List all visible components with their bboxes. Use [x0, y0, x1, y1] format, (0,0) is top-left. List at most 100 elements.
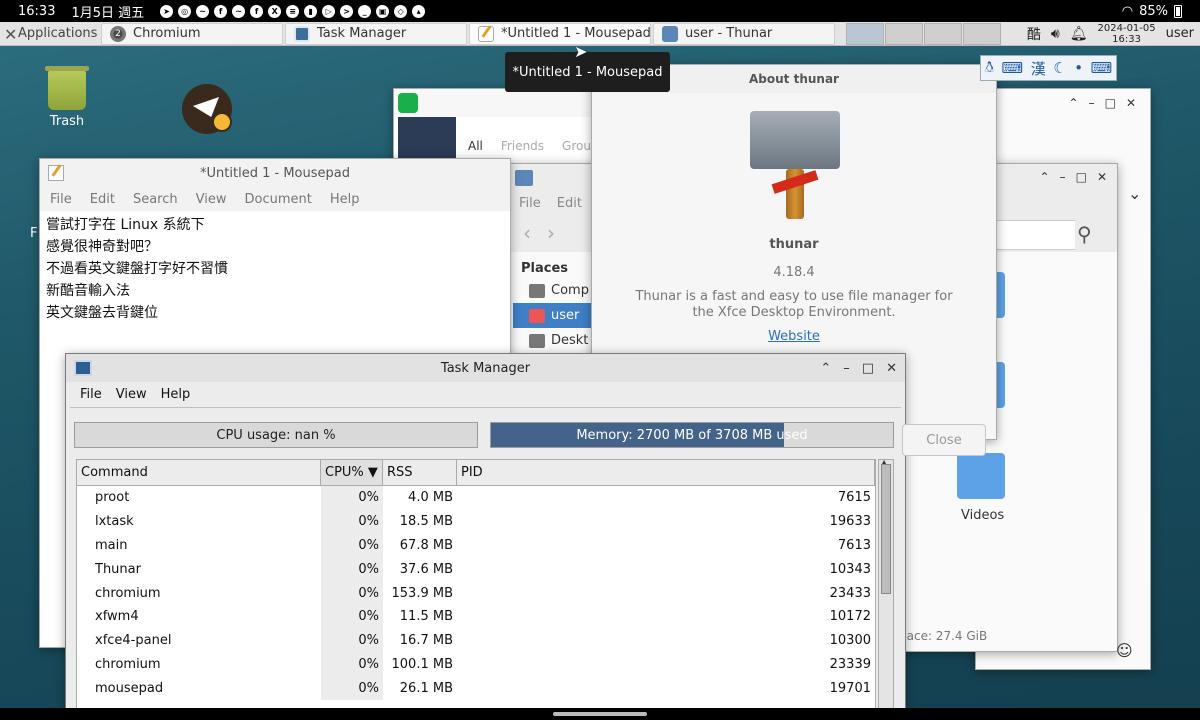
location-input[interactable] — [995, 220, 1075, 250]
column-pid[interactable]: PID — [457, 460, 875, 485]
emoji-icon[interactable]: ☺ — [1116, 641, 1133, 660]
taskbar-task-manager[interactable]: Task Manager — [285, 22, 467, 45]
text-editor-area[interactable]: 嘗試打字在 Linux 系統下 感覺很神奇對吧？ 不過看英文鍵盤打字好不習慣 新… — [40, 211, 510, 327]
column-command[interactable]: Command — [77, 460, 321, 485]
desktop-trash[interactable]: Trash — [36, 66, 98, 129]
taskbar-chromium[interactable]: 2 Chromium — [101, 22, 283, 45]
table-row[interactable]: lxtask 0% 18.5 MB 19633 — [77, 509, 875, 534]
process-cpu: 0% — [321, 628, 383, 653]
text-line: 英文鍵盤去背鍵位 — [46, 305, 158, 321]
menu-document[interactable]: Document — [244, 192, 311, 207]
table-row[interactable]: mousepad 0% 26.1 MB 19701 — [77, 676, 875, 701]
process-table-scrollbar[interactable]: ▲ — [878, 458, 894, 720]
scrollbar-thumb[interactable] — [881, 464, 891, 594]
workspace-1[interactable] — [846, 22, 884, 45]
news-notification-icon: ≡ — [286, 4, 300, 18]
minimize-button[interactable]: – — [1060, 170, 1066, 184]
menu-search[interactable]: Search — [133, 192, 178, 207]
usage-gauges: CPU usage: nan % Memory: 2700 MB of 3708… — [74, 422, 894, 448]
terminal-notification-icon: > — [340, 4, 354, 18]
table-row[interactable]: main 0% 67.8 MB 7613 — [77, 533, 875, 558]
chevron-down-icon[interactable]: ⌄ — [1128, 184, 1141, 203]
punctuation-icon[interactable]: • — [1074, 59, 1083, 77]
thunar-icon — [662, 25, 678, 42]
maximize-button[interactable]: □ — [862, 361, 874, 376]
workspace-3[interactable] — [924, 22, 962, 45]
battery-icon — [1174, 4, 1182, 18]
maximize-button[interactable]: □ — [1105, 96, 1116, 110]
ime-indicator[interactable]: 酷 — [1027, 24, 1041, 44]
close-button[interactable]: ✕ — [886, 361, 897, 376]
applications-label: Applications — [18, 26, 98, 41]
tab-group[interactable]: Group — [562, 139, 592, 153]
soft-keyboard-icon[interactable]: ⌨ — [1091, 59, 1113, 77]
mousepad-titlebar[interactable]: *Untitled 1 - Mousepad — [40, 159, 510, 187]
taskbar-mousepad[interactable]: *Untitled 1 - Mousepad — [469, 22, 651, 45]
close-button[interactable]: ✕ — [1126, 96, 1136, 110]
menu-edit[interactable]: Edit — [557, 196, 582, 211]
website-link[interactable]: Website — [592, 329, 996, 344]
memory-usage-label: Memory: 2700 MB of 3708 MB used — [576, 427, 808, 443]
menu-file[interactable]: File — [519, 196, 541, 211]
cpu-usage-label: CPU usage: nan % — [216, 427, 336, 443]
process-cpu: 0% — [321, 581, 383, 605]
close-button[interactable]: ✕ — [1097, 170, 1107, 184]
column-rss[interactable]: RSS — [383, 460, 457, 485]
menu-file[interactable]: File — [80, 387, 102, 402]
taskbar-label: Task Manager — [317, 26, 407, 41]
menu-file[interactable]: File — [50, 192, 72, 207]
column-cpu[interactable]: CPU% ▼ — [321, 460, 383, 485]
minimize-button[interactable]: – — [1089, 96, 1095, 110]
mousepad-icon — [48, 165, 64, 181]
close-button[interactable]: Close — [902, 424, 986, 456]
menu-view[interactable]: View — [116, 387, 147, 402]
keyboard-icon[interactable]: ⌨ — [1002, 59, 1024, 77]
back-arrow-icon[interactable]: ‹ — [523, 221, 531, 245]
menu-edit[interactable]: Edit — [90, 192, 115, 207]
table-row[interactable]: xfce4-panel 0% 16.7 MB 10300 — [77, 628, 875, 653]
process-rss: 26.1 MB — [399, 680, 453, 696]
task-manager-titlebar[interactable]: Task Manager ⌃ – □ ✕ — [66, 354, 905, 382]
table-row[interactable]: xfwm4 0% 11.5 MB 10172 — [77, 604, 875, 629]
process-command: main — [95, 537, 128, 553]
shade-button[interactable]: ⌃ — [1069, 96, 1079, 110]
search-icon[interactable]: ⚲ — [1077, 222, 1092, 246]
sidebar-item-user[interactable]: user — [513, 303, 593, 328]
ime-hanzi-mode[interactable]: 漢 — [1031, 58, 1046, 79]
home-gesture-pill[interactable] — [553, 712, 647, 716]
process-table: Command CPU% ▼ RSS PID proot 0% 4.0 MB 7615… — [76, 459, 876, 720]
desktop-telegram-icon[interactable] — [182, 84, 232, 134]
workspace-4[interactable] — [963, 22, 1001, 45]
maximize-button[interactable]: □ — [1076, 170, 1087, 184]
process-rss: 153.9 MB — [391, 585, 453, 601]
table-row[interactable]: chromium 0% 100.1 MB 23339 — [77, 652, 875, 677]
process-cpu: 0% — [321, 604, 383, 629]
workspace-2[interactable] — [885, 22, 923, 45]
table-row[interactable]: proot 0% 4.0 MB 7615 — [77, 486, 875, 510]
process-rss: 4.0 MB — [408, 490, 453, 506]
forward-arrow-icon[interactable]: › — [547, 221, 555, 245]
messenger-notification-icon-2: ~ — [232, 4, 246, 18]
sidebar-item-desktop[interactable]: Deskt — [513, 328, 593, 353]
videos-folder-icon[interactable] — [957, 453, 1005, 499]
menu-view[interactable]: View — [196, 192, 227, 207]
panel-clock[interactable]: 2024-01-05 16:33 — [1098, 23, 1156, 45]
notification-bell-icon[interactable]: 🔔︎ — [1070, 26, 1088, 42]
shade-button[interactable]: ⌃ — [820, 361, 831, 376]
user-menu[interactable]: user — [1166, 26, 1194, 41]
menu-help[interactable]: Help — [161, 387, 191, 402]
menu-help[interactable]: Help — [330, 192, 360, 207]
table-row[interactable]: Thunar 0% 37.6 MB 10343 — [77, 557, 875, 582]
moon-icon[interactable]: ☾ — [1053, 59, 1066, 77]
tab-all[interactable]: All — [468, 139, 483, 153]
applications-menu-button[interactable]: ✕ Applications — [0, 22, 100, 45]
table-row[interactable]: chromium 0% 153.9 MB 23433 — [77, 581, 875, 605]
tab-friends[interactable]: Friends — [501, 139, 544, 153]
trash-label: Trash — [49, 114, 85, 129]
taskbar-thunar[interactable]: user - Thunar — [653, 22, 835, 45]
shade-button[interactable]: ⌃ — [1040, 170, 1050, 184]
sidebar-item-computer[interactable]: Comp — [513, 278, 593, 303]
volume-icon[interactable]: 🔊︎ — [1051, 26, 1060, 42]
penguin-icon[interactable]: 🐧︎ — [985, 58, 994, 78]
minimize-button[interactable]: – — [843, 361, 850, 376]
